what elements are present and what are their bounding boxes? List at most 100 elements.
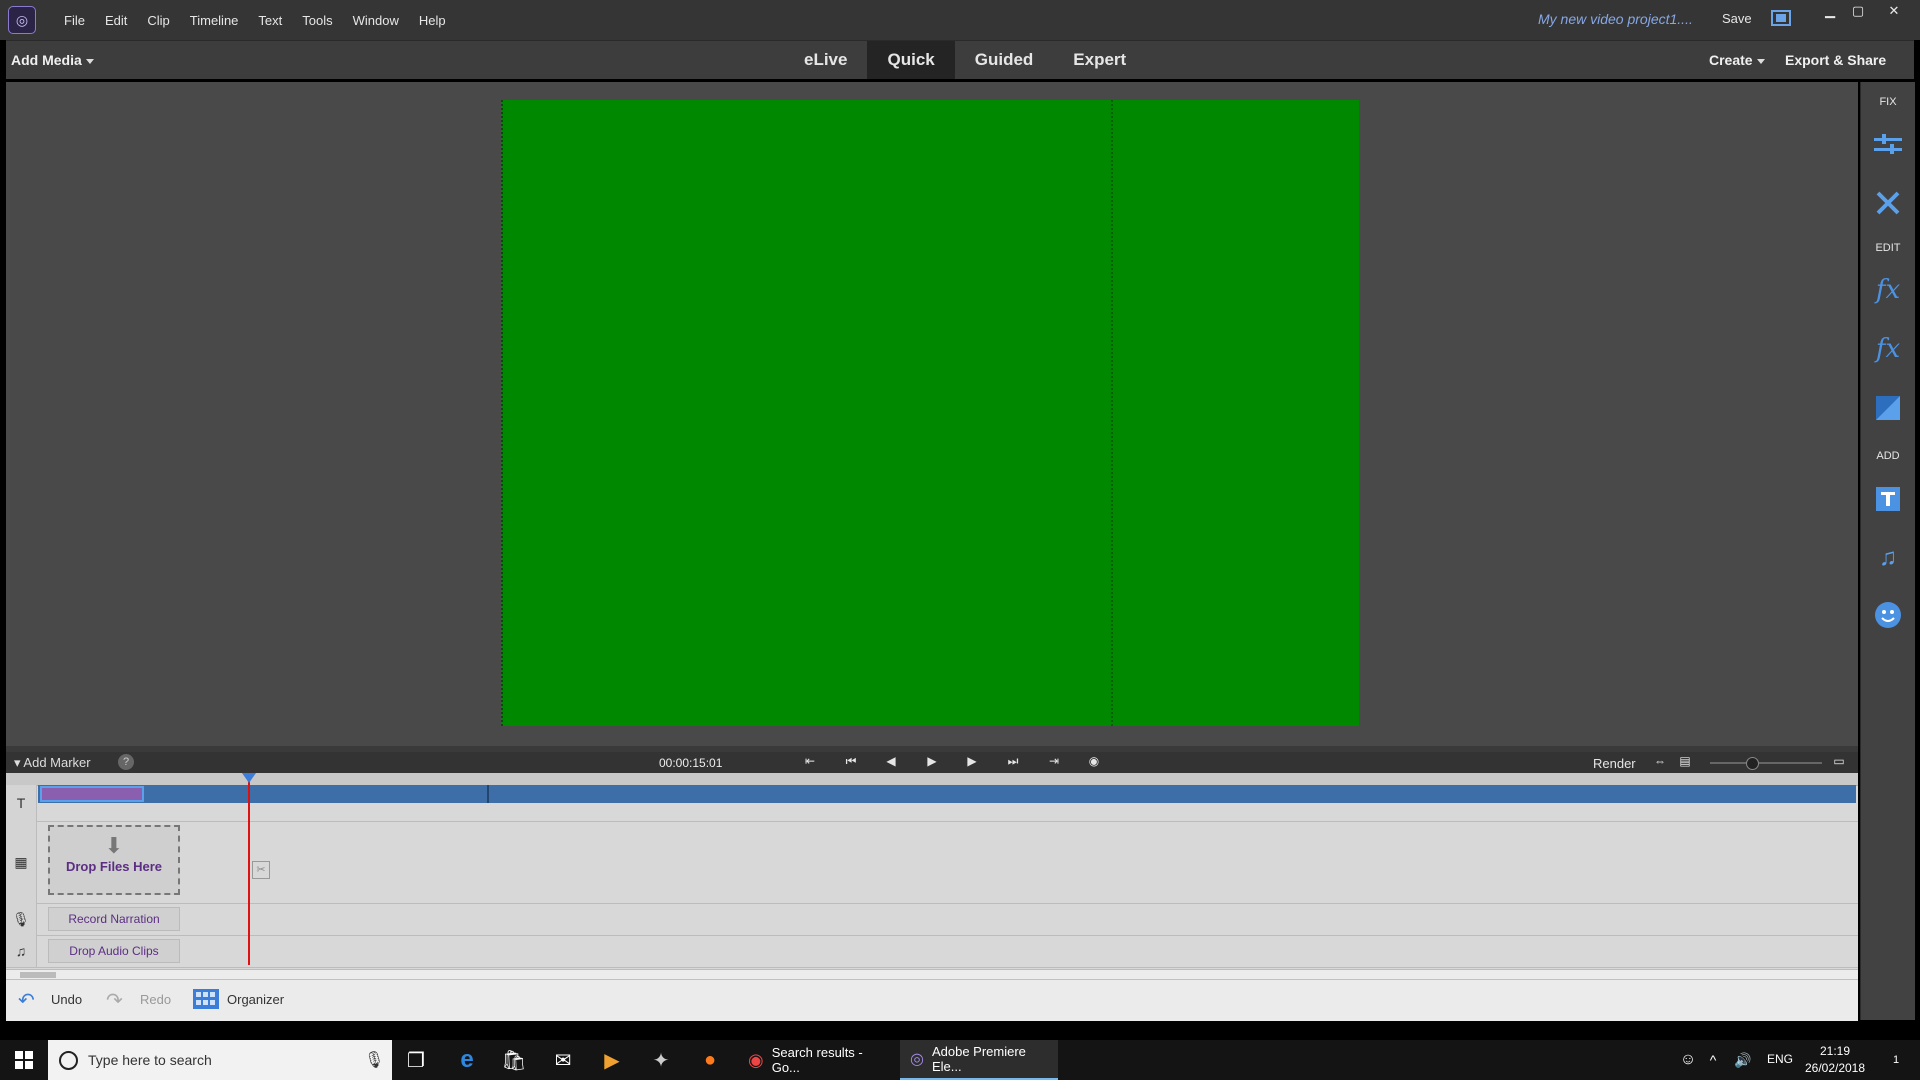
goto-end-icon[interactable]: ⇥	[1043, 754, 1065, 768]
video-track: ▦	[6, 821, 1858, 904]
previous-edit-icon[interactable]: ⏮	[840, 754, 862, 769]
add-media-label: Add Media	[11, 52, 82, 68]
adjustments-icon[interactable]	[1873, 130, 1903, 160]
notification-count: 1	[1892, 1054, 1900, 1066]
drop-audio-clips-button[interactable]: Drop Audio Clips	[48, 939, 180, 963]
menu-timeline[interactable]: Timeline	[180, 13, 249, 28]
bottom-toolbar: ↶ Undo ↷ Redo Organizer	[6, 979, 1858, 1021]
zoom-slider-track[interactable]	[1710, 762, 1822, 764]
step-forward-icon[interactable]: ▶	[961, 754, 983, 768]
save-button[interactable]: Save	[1722, 11, 1752, 26]
scissors-icon[interactable]: ✂	[252, 861, 270, 879]
app-logo-icon[interactable]: ◎	[8, 6, 36, 34]
tab-elive[interactable]: eLive	[784, 41, 867, 79]
render-button[interactable]: Render	[1593, 756, 1636, 771]
play-icon[interactable]: ▶	[921, 754, 943, 768]
firefox-icon[interactable]: ●	[686, 1040, 734, 1080]
organizer-button[interactable]: Organizer	[227, 992, 284, 1007]
title-bar: ◎ File Edit Clip Timeline Text Tools Win…	[0, 0, 1920, 40]
audio-track: ♫	[6, 935, 1858, 968]
chrome-icon: ◉	[748, 1049, 764, 1070]
scrollbar-thumb[interactable]	[20, 972, 56, 978]
clip-split-marker	[487, 785, 489, 803]
menu-clip[interactable]: Clip	[137, 13, 179, 28]
goto-start-icon[interactable]: ⇤	[799, 754, 821, 768]
premiere-task-label: Adobe Premiere Ele...	[931, 1044, 1026, 1074]
media-player-icon[interactable]: ▶	[588, 1040, 636, 1080]
track-size-icon[interactable]: ▤	[1674, 754, 1696, 768]
store-icon[interactable]: 🛍	[490, 1040, 538, 1080]
tab-guided[interactable]: Guided	[955, 41, 1054, 79]
taskbar-premiere-window[interactable]: ◎ Adobe Premiere Ele...	[900, 1040, 1058, 1080]
app-icon[interactable]: ✦	[637, 1040, 685, 1080]
action-panel: FIX EDIT fx fx ADD ♫	[1860, 82, 1915, 1020]
redo-icon[interactable]: ↷	[106, 988, 123, 1013]
add-media-button[interactable]: Add Media	[11, 52, 94, 68]
task-view-icon[interactable]: ❐	[392, 1040, 440, 1080]
menu-text[interactable]: Text	[248, 13, 292, 28]
next-edit-icon[interactable]: ⏭	[1002, 754, 1024, 769]
title-clip[interactable]	[40, 786, 144, 802]
windows-start-icon[interactable]	[0, 1040, 48, 1080]
transitions-icon[interactable]	[1873, 393, 1903, 423]
volume-icon[interactable]: 🔊	[1726, 1040, 1760, 1080]
help-icon[interactable]: ?	[118, 754, 134, 770]
effects-icon[interactable]: fx	[1873, 334, 1903, 364]
add-marker-button[interactable]: ▾ Add Marker	[14, 755, 91, 771]
fit-timeline-icon[interactable]: ⇔	[1649, 754, 1671, 768]
action-center-icon[interactable]: 1	[1872, 1040, 1920, 1080]
titles-icon[interactable]	[1873, 484, 1903, 514]
taskbar-chrome-window[interactable]: ◉ Search results - Go...	[740, 1040, 890, 1080]
maximize-icon[interactable]: ▢	[1844, 2, 1872, 20]
undo-icon[interactable]: ↶	[18, 988, 35, 1013]
menu-tools[interactable]: Tools	[292, 13, 342, 28]
create-button[interactable]: Create	[1709, 52, 1765, 68]
fix-section-label: FIX	[1879, 96, 1897, 108]
mail-icon[interactable]: ✉	[539, 1040, 587, 1080]
record-narration-button[interactable]: Record Narration	[48, 907, 180, 931]
drop-files-zone[interactable]: ⬇ Drop Files Here	[48, 825, 180, 895]
menu-file[interactable]: File	[54, 13, 95, 28]
applied-effects-icon[interactable]: fx	[1873, 275, 1903, 305]
fx-pen-glyph: fx	[1875, 275, 1901, 305]
tray-chevron-up-icon[interactable]: ^	[1700, 1040, 1726, 1080]
tab-expert[interactable]: Expert	[1053, 41, 1146, 79]
title-track-bar[interactable]	[38, 785, 1856, 803]
video-preview[interactable]	[501, 100, 1359, 726]
chevron-down-icon	[1756, 58, 1765, 64]
snapshot-camera-icon[interactable]: ◉	[1083, 754, 1105, 768]
timeline-view-icon[interactable]: ▭	[1828, 754, 1850, 768]
language-indicator[interactable]: ENG	[1767, 1052, 1793, 1066]
zoom-slider-handle[interactable]	[1746, 757, 1759, 770]
edit-section-label: EDIT	[1875, 242, 1901, 254]
add-marker-label: Add Marker	[23, 755, 91, 770]
organizer-icon[interactable]	[193, 989, 219, 1015]
narration-track: 🎙	[6, 903, 1858, 936]
project-title[interactable]: My new video project1....	[1538, 11, 1693, 27]
tools-icon[interactable]	[1873, 188, 1903, 218]
microphone-icon[interactable]: 🎙	[364, 1050, 384, 1070]
mode-bar: Add Media eLive Quick Guided Expert Crea…	[6, 40, 1914, 79]
minimize-icon[interactable]: ▁	[1816, 2, 1844, 20]
export-share-button[interactable]: Export & Share	[1785, 52, 1886, 68]
fullscreen-icon[interactable]	[1771, 10, 1791, 26]
close-icon[interactable]: ✕	[1880, 2, 1908, 20]
menu-help[interactable]: Help	[409, 13, 456, 28]
undo-button[interactable]: Undo	[51, 992, 82, 1007]
music-icon[interactable]: ♫	[1873, 543, 1903, 573]
create-label: Create	[1709, 52, 1753, 68]
tab-quick[interactable]: Quick	[867, 41, 955, 79]
menu-edit[interactable]: Edit	[95, 13, 137, 28]
fx-glyph: fx	[1875, 334, 1901, 364]
redo-button[interactable]: Redo	[140, 992, 171, 1007]
step-back-icon[interactable]: ◀	[880, 754, 902, 768]
timecode-display[interactable]: 00:00:15:01	[659, 756, 722, 770]
graphics-icon[interactable]	[1873, 600, 1903, 630]
timeline-toolbar: ▾ Add Marker ? 00:00:15:01 ⇤ ⏮ ◀ ▶ ▶ ⏭ ⇥…	[6, 752, 1858, 773]
playhead-line[interactable]	[248, 775, 250, 965]
edge-browser-icon[interactable]: e	[443, 1040, 491, 1080]
taskbar-search-box[interactable]: Type here to search 🎙	[48, 1040, 392, 1080]
menu-window[interactable]: Window	[343, 13, 409, 28]
playhead-handle[interactable]	[242, 773, 256, 783]
clock[interactable]: 21:19 26/02/2018	[1800, 1043, 1870, 1077]
